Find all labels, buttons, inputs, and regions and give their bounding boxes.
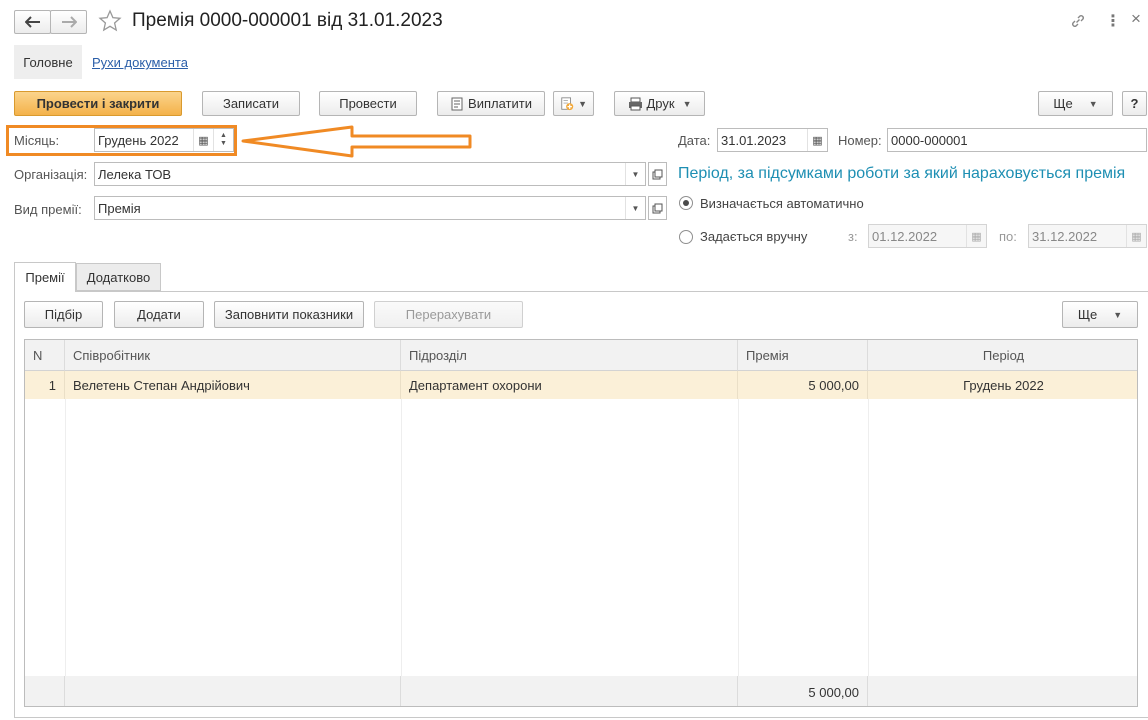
org-label: Організація: <box>14 167 88 182</box>
chevron-down-icon[interactable]: ▼ <box>625 163 645 185</box>
chevron-down-icon: ▼ <box>1113 309 1123 320</box>
row-department: Департамент охорони <box>401 371 738 399</box>
date-value: 31.01.2023 <box>721 132 787 148</box>
back-button[interactable] <box>14 10 51 34</box>
org-input[interactable]: Лелека ТОВ ▼ <box>94 162 646 186</box>
tab-bonuses[interactable]: Премії <box>14 262 76 292</box>
period-to-value: 31.12.2022 <box>1032 228 1098 244</box>
grid-divider <box>65 399 66 676</box>
create-based-on-button[interactable]: ▼ <box>553 91 594 116</box>
row-period: Грудень 2022 <box>963 377 1044 393</box>
recalculate-button[interactable]: Перерахувати <box>374 301 523 328</box>
number-label: Номер: <box>838 133 882 148</box>
pay-button-label: Виплатити <box>468 96 532 111</box>
table-more-button[interactable]: Ще ▼ <box>1062 301 1138 328</box>
month-label: Місяць: <box>14 133 60 148</box>
col-header-bonus[interactable]: Премія <box>738 340 868 371</box>
chevron-down-icon: ▼ <box>682 98 692 109</box>
tab-main[interactable]: Головне <box>14 45 82 79</box>
tab-main-label: Головне <box>23 54 73 70</box>
period-auto-label: Визначається автоматично <box>700 196 864 211</box>
row-bonus: 5 000,00 <box>738 371 868 399</box>
fill-indicators-button[interactable]: Заповнити показники <box>214 301 364 328</box>
print-button[interactable]: Друк ▼ <box>614 91 705 116</box>
close-icon[interactable]: × <box>1131 9 1141 29</box>
period-from-label: з: <box>848 229 858 244</box>
post-button[interactable]: Провести <box>319 91 417 116</box>
link-icon[interactable] <box>1070 13 1086 32</box>
table-row[interactable]: 1 Велетень Степан Андрійович Департамент… <box>25 371 1137 399</box>
col-header-employee[interactable]: Співробітник <box>65 340 401 371</box>
bonus-type-open-button[interactable] <box>648 196 667 220</box>
period-auto-radio[interactable] <box>679 196 693 210</box>
footer-department <box>401 676 738 706</box>
col-header-department[interactable]: Підрозділ <box>401 340 738 371</box>
forward-button[interactable] <box>50 10 87 34</box>
tab-document-movements[interactable]: Рухи документа <box>92 55 188 70</box>
tab-additional[interactable]: Додатково <box>76 263 161 291</box>
arrow-left-icon <box>24 16 40 28</box>
save-button[interactable]: Записати <box>202 91 300 116</box>
col-header-n[interactable]: N <box>25 340 65 371</box>
org-open-button[interactable] <box>648 162 667 186</box>
chevron-down-icon: ▼ <box>578 98 587 109</box>
create-document-icon <box>561 96 574 110</box>
bonus-table: N Співробітник Підрозділ Премія Період 1… <box>24 339 1138 707</box>
footer-total-bonus: 5 000,00 <box>738 676 868 706</box>
help-button[interactable]: ? <box>1122 91 1147 116</box>
footer-employee <box>65 676 401 706</box>
printer-icon <box>628 97 642 110</box>
period-heading: Період, за підсумками роботи за який нар… <box>678 165 1126 182</box>
bonus-type-label: Вид премії: <box>14 202 82 217</box>
chevron-down-icon[interactable]: ▼ <box>625 197 645 219</box>
tab-additional-label: Додатково <box>86 269 151 285</box>
table-more-label: Ще <box>1077 307 1098 322</box>
date-input[interactable]: 31.01.2023 ▦ <box>717 128 828 152</box>
period-to-input[interactable]: 31.12.2022 ▦ <box>1028 224 1147 248</box>
calendar-icon[interactable]: ▦ <box>807 129 827 151</box>
org-value: Лелека ТОВ <box>98 166 172 182</box>
footer-n <box>25 676 65 706</box>
print-button-label: Друк <box>646 96 675 111</box>
annotation-arrow <box>241 125 472 158</box>
grid-divider <box>401 399 402 676</box>
period-manual-label: Задається вручну <box>700 229 808 244</box>
more-button[interactable]: Ще ▼ <box>1038 91 1113 116</box>
month-value: Грудень 2022 <box>98 132 179 148</box>
row-employee: Велетень Степан Андрійович <box>65 371 401 399</box>
grid-divider <box>738 399 739 676</box>
period-to-label: по: <box>999 229 1017 244</box>
period-manual-radio[interactable] <box>679 230 693 244</box>
grid-divider <box>868 399 869 676</box>
chevron-down-icon: ▼ <box>1088 98 1098 109</box>
number-input[interactable]: 0000-000001 <box>887 128 1147 152</box>
footer-period <box>868 676 1137 706</box>
open-icon <box>652 203 663 213</box>
period-from-input[interactable]: 01.12.2022 ▦ <box>868 224 987 248</box>
number-value: 0000-000001 <box>891 132 968 148</box>
arrow-right-icon <box>61 16 77 28</box>
add-button[interactable]: Додати <box>114 301 204 328</box>
bonus-type-input[interactable]: Премія ▼ <box>94 196 646 220</box>
col-header-period[interactable]: Період <box>868 340 1137 371</box>
tab-bonuses-label: Премії <box>25 270 65 285</box>
bonus-type-value: Премія <box>98 200 141 216</box>
page-title: Премія 0000-000001 від 31.01.2023 <box>132 10 443 31</box>
period-from-value: 01.12.2022 <box>872 228 938 244</box>
row-n: 1 <box>25 371 65 399</box>
more-button-label: Ще <box>1053 96 1073 111</box>
post-and-close-button[interactable]: Провести і закрити <box>14 91 182 116</box>
document-icon <box>451 97 463 110</box>
more-menu-icon[interactable]: ⋮ <box>1105 11 1121 31</box>
calendar-icon[interactable]: ▦ <box>966 225 986 247</box>
favorite-star-icon[interactable] <box>98 9 122 36</box>
month-stepper[interactable]: ▲ ▼ <box>213 129 233 151</box>
calendar-icon[interactable]: ▦ <box>193 129 213 151</box>
calendar-icon[interactable]: ▦ <box>1126 225 1146 247</box>
month-input[interactable]: Грудень 2022 ▦ ▲ ▼ <box>94 128 234 152</box>
pay-button[interactable]: Виплатити <box>437 91 545 116</box>
pick-button[interactable]: Підбір <box>24 301 103 328</box>
date-label: Дата: <box>678 133 711 148</box>
open-icon <box>652 169 663 179</box>
